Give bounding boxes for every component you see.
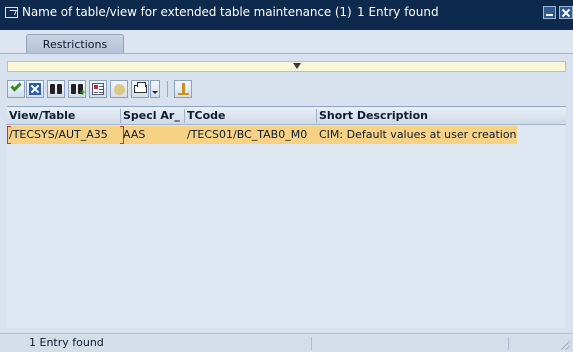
- cell-tcode[interactable]: /TECS01/BC_TAB0_M0: [185, 126, 316, 144]
- find-icon: [50, 84, 62, 94]
- status-bar: 1 Entry found: [0, 333, 573, 352]
- dialog-window: Name of table/view for extended table ma…: [0, 0, 573, 352]
- tab-strip: Restrictions: [0, 30, 573, 54]
- pin-icon: [178, 83, 189, 96]
- tab-underline: [0, 53, 573, 54]
- table-header: View/Table Specl Ar_ TCode Short Descrip…: [7, 107, 566, 125]
- column-header-tcode[interactable]: TCode: [185, 107, 316, 125]
- status-separator: [508, 337, 509, 350]
- resize-grip-icon[interactable]: [561, 341, 570, 350]
- cancel-button[interactable]: [26, 80, 44, 98]
- plus-icon: +: [79, 88, 87, 98]
- focus-bracket-left: [7, 126, 11, 144]
- help-button[interactable]: [110, 80, 128, 98]
- window-title: Name of table/view for extended table ma…: [22, 5, 352, 19]
- confirm-button[interactable]: [7, 80, 25, 98]
- column-header-short-description[interactable]: Short Description: [317, 107, 517, 125]
- find-next-button[interactable]: +: [68, 80, 87, 98]
- column-header-specl-area[interactable]: Specl Ar_: [121, 107, 184, 125]
- restrictions-collapse-bar[interactable]: [7, 61, 566, 72]
- tab-restrictions[interactable]: Restrictions: [26, 34, 124, 54]
- pin-button[interactable]: [174, 80, 192, 98]
- column-header-view-table[interactable]: View/Table: [7, 107, 120, 125]
- print-icon: [134, 82, 147, 93]
- print-options-dropdown[interactable]: [150, 80, 160, 98]
- check-icon: [10, 80, 22, 92]
- dropdown-icon: [152, 91, 158, 94]
- status-message: 1 Entry found: [29, 336, 104, 349]
- close-icon[interactable]: [559, 6, 573, 19]
- toolbar-separator: [167, 81, 168, 97]
- title-bar: Name of table/view for extended table ma…: [0, 0, 573, 30]
- dialog-icon: [5, 7, 18, 18]
- print-button[interactable]: [131, 80, 149, 98]
- toolbar: +: [7, 80, 257, 102]
- cell-view-table[interactable]: /TECSYS/AUT_A35: [7, 126, 120, 144]
- help-icon: [114, 84, 125, 95]
- collapse-arrow-icon[interactable]: [293, 63, 301, 69]
- table-row[interactable]: /TECSYS/AUT_A35 AAS /TECS01/BC_TAB0_M0 C…: [7, 126, 517, 144]
- select-all-button[interactable]: [89, 80, 107, 98]
- minimize-icon[interactable]: [543, 6, 556, 19]
- find-button[interactable]: [47, 80, 65, 98]
- cell-short-description[interactable]: CIM: Default values at user creation: [317, 126, 517, 144]
- cell-specl-area[interactable]: AAS: [121, 126, 184, 144]
- results-table: View/Table Specl Ar_ TCode Short Descrip…: [7, 106, 566, 328]
- select-all-icon: [92, 83, 104, 95]
- cancel-icon: [29, 83, 41, 95]
- status-separator: [311, 337, 312, 350]
- title-entry-count: 1 Entry found: [357, 5, 439, 19]
